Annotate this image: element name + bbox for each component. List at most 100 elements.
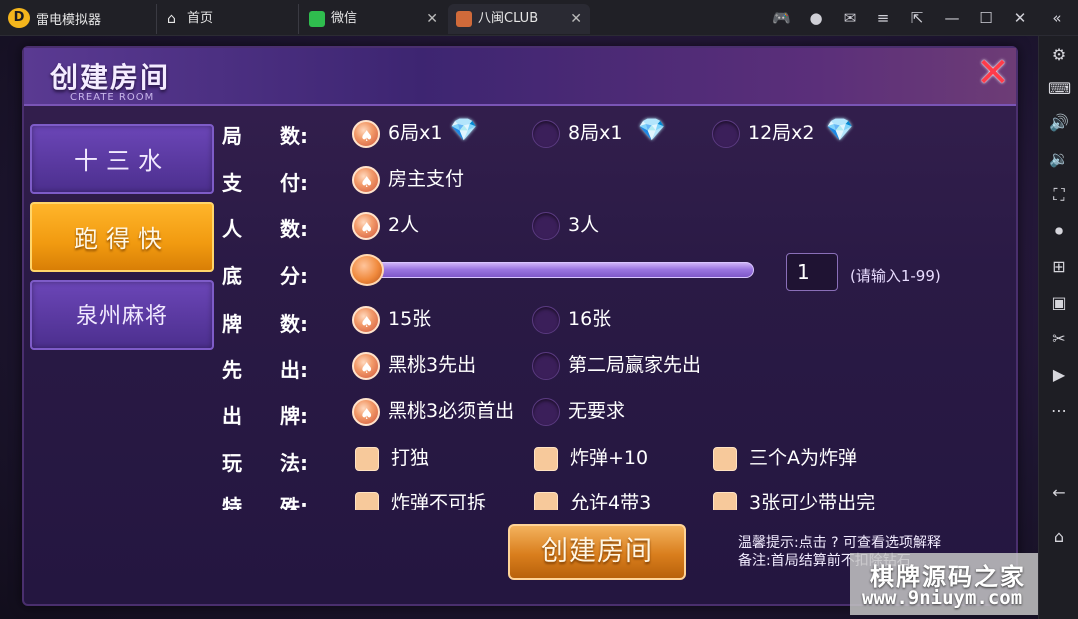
fullscreen-icon[interactable]: ⛶ bbox=[1048, 184, 1070, 206]
minimize-icon[interactable]: — bbox=[943, 9, 961, 27]
side-tab-quanzhou-majiang[interactable]: 泉州麻将 bbox=[30, 280, 214, 350]
checkbox-special-no-split-label: 炸弹不可拆 bbox=[391, 492, 487, 510]
base-score-slider[interactable] bbox=[352, 262, 754, 278]
checkbox-special-4with3[interactable]: 允许4带3 bbox=[534, 488, 674, 510]
add-window-icon[interactable]: ⊞ bbox=[1048, 256, 1070, 278]
option-rounds-12[interactable]: 12局x2 💎 bbox=[712, 118, 872, 148]
side-tab-paodekuai[interactable]: 跑得快 bbox=[30, 202, 214, 272]
option-rounds-6[interactable]: 6局x1 💎 bbox=[352, 118, 502, 151]
base-score-slider-handle[interactable] bbox=[350, 254, 384, 286]
maximize-icon[interactable]: ☐ bbox=[977, 9, 995, 27]
volume-up-icon[interactable]: 🔊 bbox=[1048, 112, 1070, 134]
base-score-input[interactable]: 1 bbox=[786, 253, 838, 291]
scissors-icon[interactable]: ✂ bbox=[1048, 328, 1070, 350]
tab-bamin-club-label: 八闽CLUB bbox=[478, 11, 539, 26]
label-rounds-2: 数: bbox=[280, 124, 308, 148]
back-icon[interactable]: ← bbox=[1048, 482, 1070, 504]
watermark-line2: www.9niuym.com bbox=[862, 587, 1023, 609]
apk-install-icon[interactable]: ▣ bbox=[1048, 292, 1070, 314]
option-pay-owner[interactable]: 房主支付 bbox=[352, 164, 502, 197]
label-base-1: 底 bbox=[222, 264, 242, 288]
tab-home-label: 首页 bbox=[187, 11, 214, 26]
checkbox-icon bbox=[713, 492, 737, 510]
diamond-icon: 💎 bbox=[638, 118, 666, 143]
checkbox-icon bbox=[355, 447, 379, 471]
radio-selected-icon bbox=[352, 120, 380, 151]
gamepad-icon[interactable]: 🎮 bbox=[772, 9, 791, 27]
option-first-spade3[interactable]: 黑桃3先出 bbox=[352, 350, 522, 383]
label-play-card-2: 牌: bbox=[280, 404, 308, 428]
option-play-no-requirement[interactable]: 无要求 bbox=[532, 396, 672, 426]
collapse-sidebar-icon[interactable]: « bbox=[1048, 9, 1066, 27]
checkbox-icon bbox=[534, 447, 558, 471]
option-players-3[interactable]: 3人 bbox=[532, 210, 652, 240]
label-pay: 支 付: bbox=[222, 167, 312, 197]
label-rules-1: 玩 bbox=[222, 451, 242, 475]
radio-unselected-icon bbox=[532, 120, 560, 148]
option-first-winner[interactable]: 第二局赢家先出 bbox=[532, 350, 732, 380]
label-first-play: 先 出: bbox=[222, 354, 312, 384]
popout-icon[interactable]: ⇱ bbox=[908, 9, 926, 27]
home-nav-icon[interactable]: ⌂ bbox=[1048, 526, 1070, 548]
option-play-no-requirement-label: 无要求 bbox=[568, 400, 626, 422]
radio-selected-icon bbox=[352, 352, 380, 383]
wechat-icon bbox=[309, 11, 325, 27]
label-base-score: 底 分: bbox=[222, 260, 312, 290]
radio-selected-icon bbox=[352, 398, 380, 429]
checkbox-rule-three-aces[interactable]: 三个A为炸弹 bbox=[713, 443, 883, 473]
close-window-icon[interactable]: ✕ bbox=[1011, 9, 1029, 27]
radio-unselected-icon bbox=[712, 120, 740, 148]
option-cards-16[interactable]: 16张 bbox=[532, 304, 652, 334]
close-dialog-icon[interactable]: ✕ bbox=[974, 53, 1012, 93]
label-players: 人 数: bbox=[222, 213, 312, 243]
tab-home[interactable]: ⌂ 首页 bbox=[156, 4, 296, 34]
option-players-2-label: 2人 bbox=[388, 214, 420, 236]
checkbox-special-three-less[interactable]: 3张可少带出完 bbox=[713, 488, 893, 510]
radio-unselected-icon bbox=[532, 212, 560, 240]
label-cards-1: 牌 bbox=[222, 312, 242, 336]
radio-unselected-icon bbox=[532, 398, 560, 426]
diamond-icon: 💎 bbox=[450, 118, 478, 143]
side-tab-shisanshui[interactable]: 十三水 bbox=[30, 124, 214, 194]
label-rules-2: 法: bbox=[280, 451, 308, 475]
video-icon[interactable]: ▶ bbox=[1048, 364, 1070, 386]
user-avatar-icon[interactable]: ● bbox=[807, 9, 825, 27]
label-rounds-1: 局 bbox=[222, 124, 242, 148]
menu-icon[interactable]: ≡ bbox=[874, 9, 892, 27]
option-cards-16-label: 16张 bbox=[568, 308, 612, 330]
dialog-subtitle: CREATE ROOM bbox=[70, 92, 155, 103]
tab-bamin-club-close-icon[interactable]: ✕ bbox=[570, 4, 582, 34]
label-pay-2: 付: bbox=[280, 171, 308, 195]
option-play-spade3-first[interactable]: 黑桃3必须首出 bbox=[352, 396, 530, 429]
settings-gear-icon[interactable]: ⚙ bbox=[1048, 44, 1070, 66]
label-card-count: 牌 数: bbox=[222, 308, 312, 338]
home-icon: ⌂ bbox=[167, 11, 176, 27]
checkbox-rule-dadu-label: 打独 bbox=[391, 447, 430, 469]
checkbox-rule-bomb10[interactable]: 炸弹+10 bbox=[534, 443, 674, 473]
mail-icon[interactable]: ✉ bbox=[841, 9, 859, 27]
more-icon[interactable]: ⋯ bbox=[1048, 400, 1070, 422]
option-players-2[interactable]: 2人 bbox=[352, 210, 472, 243]
tab-wechat-close-icon[interactable]: ✕ bbox=[426, 4, 438, 34]
label-play-card: 出 牌: bbox=[222, 400, 312, 430]
create-room-button[interactable]: 创建房间 bbox=[508, 524, 686, 580]
label-base-2: 分: bbox=[280, 264, 308, 288]
volume-down-icon[interactable]: 🔉 bbox=[1048, 148, 1070, 170]
tab-wechat[interactable]: 微信 ✕ bbox=[298, 4, 446, 34]
checkbox-special-4with3-label: 允许4带3 bbox=[570, 492, 652, 510]
record-icon[interactable]: ⏺ bbox=[1048, 220, 1070, 242]
radio-selected-icon bbox=[352, 306, 380, 337]
tab-bamin-club[interactable]: 八闽CLUB ✕ bbox=[448, 4, 590, 34]
checkbox-rule-dadu[interactable]: 打独 bbox=[355, 443, 475, 473]
emulator-sidebar: ⚙ ⌨ 🔊 🔉 ⛶ ⏺ ⊞ ▣ ✂ ▶ ⋯ ← ⌂ bbox=[1038, 36, 1078, 619]
option-cards-15[interactable]: 15张 bbox=[352, 304, 472, 337]
option-players-3-label: 3人 bbox=[568, 214, 600, 236]
label-players-1: 人 bbox=[222, 217, 242, 241]
option-rounds-8[interactable]: 8局x1 💎 bbox=[532, 118, 682, 148]
option-rounds-12-label: 12局x2 bbox=[748, 122, 815, 144]
option-cards-15-label: 15张 bbox=[388, 308, 432, 330]
label-rounds: 局 数: bbox=[222, 120, 312, 150]
keyboard-icon[interactable]: ⌨ bbox=[1048, 78, 1071, 100]
checkbox-special-no-split[interactable]: 炸弹不可拆 bbox=[355, 488, 515, 510]
checkbox-icon bbox=[355, 492, 379, 510]
